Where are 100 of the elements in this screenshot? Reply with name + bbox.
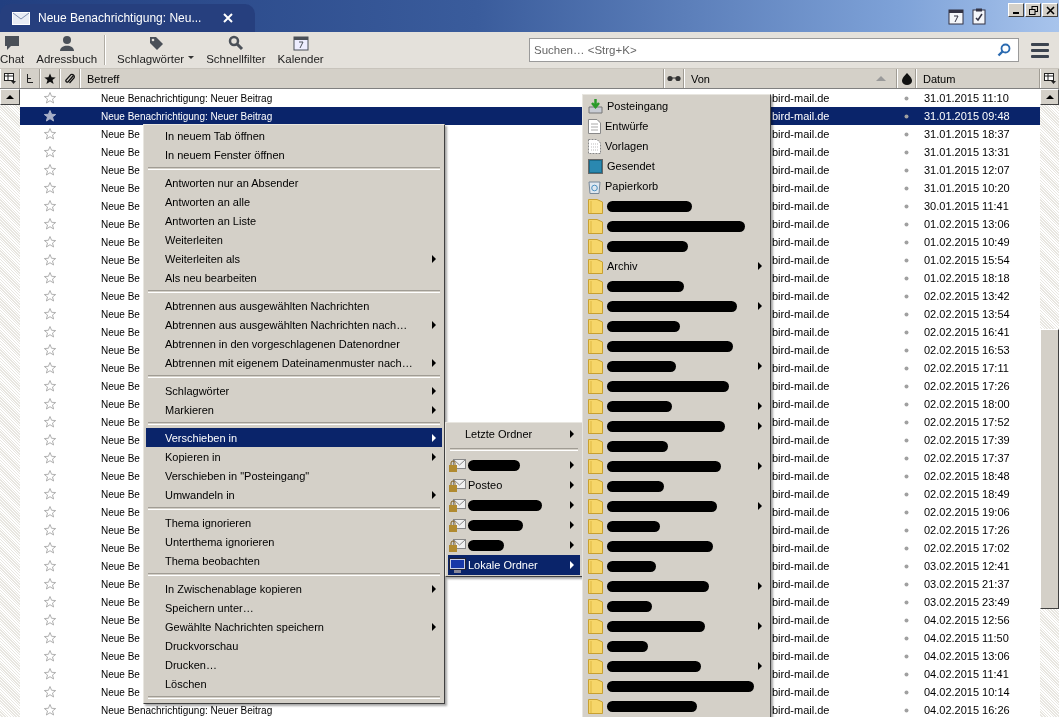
sender-address: bird-mail.de <box>772 470 830 482</box>
message-subject: Neue Be <box>101 560 140 572</box>
message-date: 03.02.2015 21:37 <box>924 578 1010 590</box>
sender-address: bird-mail.de <box>772 668 830 680</box>
message-date: 02.02.2015 13:54 <box>924 308 1010 320</box>
message-subject: Neue Be <box>101 254 140 266</box>
message-date: 04.02.2015 10:14 <box>924 686 1010 698</box>
sender-address: bird-mail.de <box>772 632 830 644</box>
sender-address: bird-mail.de <box>772 488 830 500</box>
message-date: 02.02.2015 17:37 <box>924 452 1010 464</box>
sender-address: bird-mail.de <box>772 344 830 356</box>
message-date: 02.02.2015 13:42 <box>924 290 1010 302</box>
message-subject: Neue Be <box>101 614 140 626</box>
message-subject: Neue Benachrichtigung: Neuer Beitrag <box>101 704 273 716</box>
message-subject: Neue Be <box>101 506 140 518</box>
sender-address: bird-mail.de <box>772 128 830 140</box>
message-date: 02.02.2015 17:02 <box>924 542 1010 554</box>
sender-address: bird-mail.de <box>772 506 830 518</box>
message-date: 02.02.2015 16:41 <box>924 326 1010 338</box>
sender-address: bird-mail.de <box>772 686 830 698</box>
sender-address: bird-mail.de <box>772 290 830 302</box>
sender-address: bird-mail.de <box>772 542 830 554</box>
message-date: 02.02.2015 17:26 <box>924 524 1010 536</box>
sender-address: bird-mail.de <box>772 308 830 320</box>
sender-address: bird-mail.de <box>772 164 830 176</box>
sender-address: bird-mail.de <box>772 200 830 212</box>
sender-address: bird-mail.de <box>772 146 830 158</box>
message-subject: Neue Be <box>101 362 140 374</box>
message-date: 02.02.2015 17:11 <box>924 362 1009 374</box>
message-subject: Neue Be <box>101 164 140 176</box>
message-date: 02.02.2015 16:53 <box>924 344 1010 356</box>
message-subject: Neue Be <box>101 416 140 428</box>
message-subject: Neue Be <box>101 488 140 500</box>
message-subject: Neue Be <box>101 146 140 158</box>
message-subject: Neue Be <box>101 686 140 698</box>
message-subject: Neue Be <box>101 272 140 284</box>
sender-address: bird-mail.de <box>772 614 830 626</box>
sender-address: bird-mail.de <box>772 92 830 104</box>
message-subject: Neue Benachrichtigung: Neuer Beitrag <box>101 110 273 122</box>
message-subject: Neue Be <box>101 470 140 482</box>
message-date: 01.02.2015 15:54 <box>924 254 1010 266</box>
sender-address: bird-mail.de <box>772 110 830 122</box>
sender-address: bird-mail.de <box>772 416 830 428</box>
message-subject: Neue Be <box>101 434 140 446</box>
message-date: 02.02.2015 18:00 <box>924 398 1010 410</box>
message-subject: Neue Be <box>101 668 140 680</box>
sender-address: bird-mail.de <box>772 524 830 536</box>
message-subject: Neue Be <box>101 218 140 230</box>
message-subject: Neue Be <box>101 326 140 338</box>
message-subject: Neue Be <box>101 452 140 464</box>
message-date: 04.02.2015 16:26 <box>924 704 1010 716</box>
message-subject: Neue Be <box>101 596 140 608</box>
message-date: 31.01.2015 09:48 <box>924 110 1010 122</box>
sender-address: bird-mail.de <box>772 362 830 374</box>
message-date: 04.02.2015 13:06 <box>924 650 1010 662</box>
sender-address: bird-mail.de <box>772 650 830 662</box>
message-date: 01.02.2015 10:49 <box>924 236 1010 248</box>
message-subject: Neue Be <box>101 236 140 248</box>
message-date: 03.02.2015 12:41 <box>924 560 1010 572</box>
message-date: 02.02.2015 19:06 <box>924 506 1010 518</box>
message-date: 31.01.2015 18:37 <box>924 128 1010 140</box>
message-date: 02.02.2015 17:52 <box>924 416 1010 428</box>
message-date: 30.01.2015 11:41 <box>924 200 1009 212</box>
sender-address: bird-mail.de <box>772 704 830 716</box>
message-date: 04.02.2015 11:50 <box>924 632 1009 644</box>
sender-address: bird-mail.de <box>772 380 830 392</box>
message-date: 02.02.2015 17:39 <box>924 434 1010 446</box>
message-date: 02.02.2015 17:26 <box>924 380 1010 392</box>
message-date: 04.02.2015 12:56 <box>924 614 1010 626</box>
sender-address: bird-mail.de <box>772 434 830 446</box>
message-subject: Neue Be <box>101 650 140 662</box>
message-date: 01.02.2015 13:06 <box>924 218 1010 230</box>
sender-address: bird-mail.de <box>772 398 830 410</box>
message-date: 02.02.2015 18:49 <box>924 488 1010 500</box>
sender-address: bird-mail.de <box>772 182 830 194</box>
message-date: 03.02.2015 23:49 <box>924 596 1010 608</box>
message-date: 04.02.2015 11:41 <box>924 668 1009 680</box>
message-date: 31.01.2015 12:07 <box>924 164 1010 176</box>
sender-address: bird-mail.de <box>772 218 830 230</box>
message-subject: Neue Be <box>101 542 140 554</box>
sender-address: bird-mail.de <box>772 272 830 284</box>
message-date: 31.01.2015 13:31 <box>924 146 1010 158</box>
message-subject: Neue Be <box>101 290 140 302</box>
message-subject: Neue Be <box>101 578 140 590</box>
message-subject: Neue Benachrichtigung: Neuer Beitrag <box>101 92 273 104</box>
message-date: 02.02.2015 18:48 <box>924 470 1010 482</box>
message-subject: Neue Be <box>101 308 140 320</box>
message-subject: Neue Be <box>101 182 140 194</box>
sender-address: bird-mail.de <box>772 596 830 608</box>
message-date: 31.01.2015 10:20 <box>924 182 1010 194</box>
message-subject: Neue Be <box>101 398 140 410</box>
sender-address: bird-mail.de <box>772 452 830 464</box>
sender-address: bird-mail.de <box>772 578 830 590</box>
sender-address: bird-mail.de <box>772 254 830 266</box>
message-subject: Neue Be <box>101 200 140 212</box>
sender-address: bird-mail.de <box>772 236 830 248</box>
sender-address: bird-mail.de <box>772 326 830 338</box>
sender-address: bird-mail.de <box>772 560 830 572</box>
message-date: 31.01.2015 11:10 <box>924 92 1009 104</box>
message-date: 01.02.2015 18:18 <box>924 272 1010 284</box>
